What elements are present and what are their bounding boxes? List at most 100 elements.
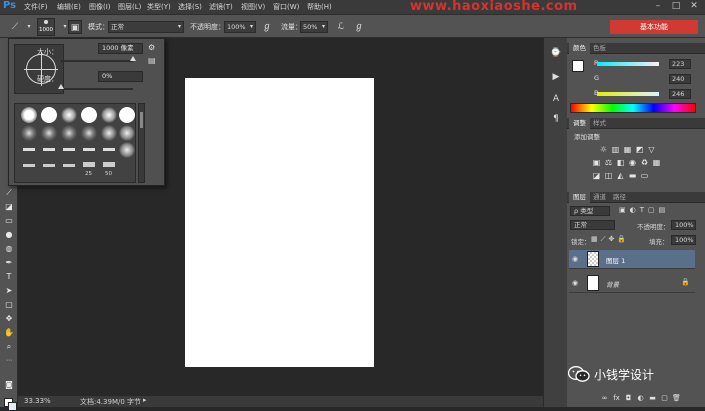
selective-color-icon[interactable]: ▬ bbox=[628, 171, 637, 180]
layer-filter-select[interactable]: ρ 类型 bbox=[570, 206, 610, 216]
document-canvas[interactable] bbox=[185, 78, 374, 367]
minimize-icon[interactable]: – bbox=[650, 1, 666, 12]
hand-tool-icon[interactable]: ✋ bbox=[2, 326, 16, 340]
brush-preset[interactable] bbox=[43, 148, 55, 151]
brush-preset[interactable] bbox=[103, 148, 115, 151]
red-slider[interactable] bbox=[597, 62, 659, 66]
brightness-icon[interactable]: ☼ bbox=[599, 145, 608, 154]
green-slider[interactable] bbox=[597, 77, 659, 81]
zoom-level[interactable]: 33.33% bbox=[24, 397, 51, 405]
brush-preset[interactable] bbox=[119, 142, 135, 158]
channel-mixer-icon[interactable]: ♻ bbox=[640, 158, 649, 167]
hue-saturation-icon[interactable]: ▣ bbox=[592, 158, 601, 167]
restore-icon[interactable]: □ bbox=[668, 1, 684, 12]
add-mask-icon[interactable]: ◘ bbox=[624, 394, 633, 403]
lock-icons[interactable]: ▦⟋✥🔒 bbox=[591, 235, 629, 244]
brush-preset[interactable] bbox=[119, 107, 135, 123]
new-preset-icon[interactable]: ▤ bbox=[148, 56, 156, 65]
opacity-field[interactable]: 100% ▾ bbox=[224, 21, 256, 33]
paragraph-panel-icon[interactable]: ¶ bbox=[549, 112, 563, 126]
menu-type[interactable]: 类型(Y) bbox=[147, 0, 171, 14]
green-value[interactable]: 240 bbox=[669, 74, 691, 84]
brush-tool-icon[interactable]: ⟋ bbox=[8, 20, 22, 34]
brush-preset[interactable] bbox=[41, 125, 57, 141]
brush-preset[interactable] bbox=[61, 107, 77, 123]
eye-icon[interactable]: ◉ bbox=[572, 279, 580, 287]
black-white-icon[interactable]: ◧ bbox=[616, 158, 625, 167]
eraser-tool-icon[interactable]: ◪ bbox=[2, 200, 16, 214]
brush-preset[interactable] bbox=[81, 107, 97, 123]
curves-icon[interactable]: ▦ bbox=[623, 145, 632, 154]
menu-window[interactable]: 窗口(W) bbox=[273, 0, 299, 14]
color-balance-icon[interactable]: ⚖ bbox=[604, 158, 613, 167]
color-lookup-icon[interactable]: ▦ bbox=[652, 158, 661, 167]
threshold-icon[interactable]: ◭ bbox=[616, 171, 625, 180]
red-value[interactable]: 223 bbox=[669, 59, 691, 69]
3d-tool-icon[interactable]: ✥ bbox=[2, 312, 16, 326]
tool-preset-chevron-icon[interactable]: ▾ bbox=[22, 20, 36, 34]
trash-icon[interactable]: 🗑 bbox=[672, 394, 681, 403]
type-tool-icon[interactable]: T bbox=[2, 270, 16, 284]
brush-panel-toggle-icon[interactable]: ▣ bbox=[68, 20, 82, 34]
more-tools-icon[interactable]: ⋯ bbox=[2, 354, 16, 368]
levels-icon[interactable]: ▥ bbox=[611, 145, 620, 154]
menu-image[interactable]: 图像(I) bbox=[89, 0, 111, 14]
fill-field[interactable]: 100% bbox=[671, 235, 696, 245]
tab-color[interactable]: 颜色 bbox=[569, 43, 590, 54]
exposure-icon[interactable]: ◩ bbox=[635, 145, 644, 154]
eye-icon[interactable]: ◉ bbox=[572, 255, 580, 263]
hardness-slider[interactable] bbox=[61, 88, 133, 90]
new-layer-icon[interactable]: ▢ bbox=[660, 394, 669, 403]
layer-row[interactable]: ◉ 背景 🔒 bbox=[569, 274, 695, 293]
brush-preset[interactable] bbox=[41, 107, 57, 123]
brush-preset[interactable] bbox=[101, 107, 117, 123]
pressure-size-icon[interactable]: ℊ bbox=[352, 20, 366, 34]
character-panel-icon[interactable]: A bbox=[549, 92, 563, 106]
tab-styles[interactable]: 样式 bbox=[589, 118, 610, 129]
new-group-icon[interactable]: ▬ bbox=[648, 394, 657, 403]
blue-slider[interactable] bbox=[597, 92, 659, 96]
layer-filter-icons[interactable]: ▣◐T▢▤ bbox=[619, 206, 689, 216]
tab-channels[interactable]: 通道 bbox=[589, 192, 610, 203]
gradient-tool-icon[interactable]: ▭ bbox=[2, 214, 16, 228]
brush-preset[interactable] bbox=[21, 107, 37, 123]
hardness-slider-thumb[interactable] bbox=[58, 84, 64, 89]
brush-preset[interactable] bbox=[43, 164, 55, 167]
layer-style-icon[interactable]: fx bbox=[612, 394, 621, 403]
brush-preset[interactable] bbox=[83, 148, 95, 151]
path-selection-tool-icon[interactable]: ➤ bbox=[2, 284, 16, 298]
layer-row[interactable]: ◉ 图层 1 bbox=[569, 250, 695, 269]
brush-preset[interactable] bbox=[23, 148, 35, 151]
tab-adjustments[interactable]: 调整 bbox=[569, 118, 590, 129]
menu-layer[interactable]: 图层(L) bbox=[118, 0, 141, 14]
gradient-map-icon[interactable]: ▭ bbox=[640, 171, 649, 180]
posterize-icon[interactable]: ◫ bbox=[604, 171, 613, 180]
menu-edit[interactable]: 编辑(E) bbox=[57, 0, 81, 14]
brush-preset[interactable] bbox=[101, 125, 117, 141]
invert-icon[interactable]: ◪ bbox=[592, 171, 601, 180]
size-field[interactable]: 1000 像素 bbox=[98, 43, 143, 54]
layer-name[interactable]: 图层 1 bbox=[606, 255, 625, 265]
vibrance-icon[interactable]: ▽ bbox=[647, 145, 656, 154]
adjustment-layer-icon[interactable]: ◐ bbox=[636, 394, 645, 403]
menu-select[interactable]: 选择(S) bbox=[178, 0, 202, 14]
scroll-thumb[interactable] bbox=[140, 112, 143, 128]
flow-field[interactable]: 50% ▾ bbox=[300, 21, 328, 33]
close-icon[interactable]: ✕ bbox=[686, 1, 702, 12]
status-menu-icon[interactable]: ▸ bbox=[143, 396, 147, 404]
color-spectrum[interactable] bbox=[570, 103, 696, 113]
mode-select[interactable]: 正常 ▾ bbox=[108, 21, 184, 33]
workspace-select[interactable]: 基本功能 bbox=[610, 20, 698, 34]
link-layers-icon[interactable]: ∞ bbox=[600, 394, 609, 403]
zoom-tool-icon[interactable]: ⌕ bbox=[2, 340, 16, 354]
layer-name[interactable]: 背景 bbox=[606, 279, 619, 289]
photo-filter-icon[interactable]: ◉ bbox=[628, 158, 637, 167]
blue-value[interactable]: 246 bbox=[669, 89, 691, 99]
size-slider[interactable] bbox=[61, 60, 133, 62]
brush-preset[interactable] bbox=[23, 164, 35, 167]
size-slider-thumb[interactable] bbox=[130, 56, 136, 61]
history-panel-icon[interactable]: ⌚ bbox=[549, 46, 563, 60]
fg-color-swatch[interactable] bbox=[572, 60, 584, 72]
tab-layers[interactable]: 图层 bbox=[569, 192, 590, 203]
brush-preset[interactable] bbox=[63, 164, 75, 167]
